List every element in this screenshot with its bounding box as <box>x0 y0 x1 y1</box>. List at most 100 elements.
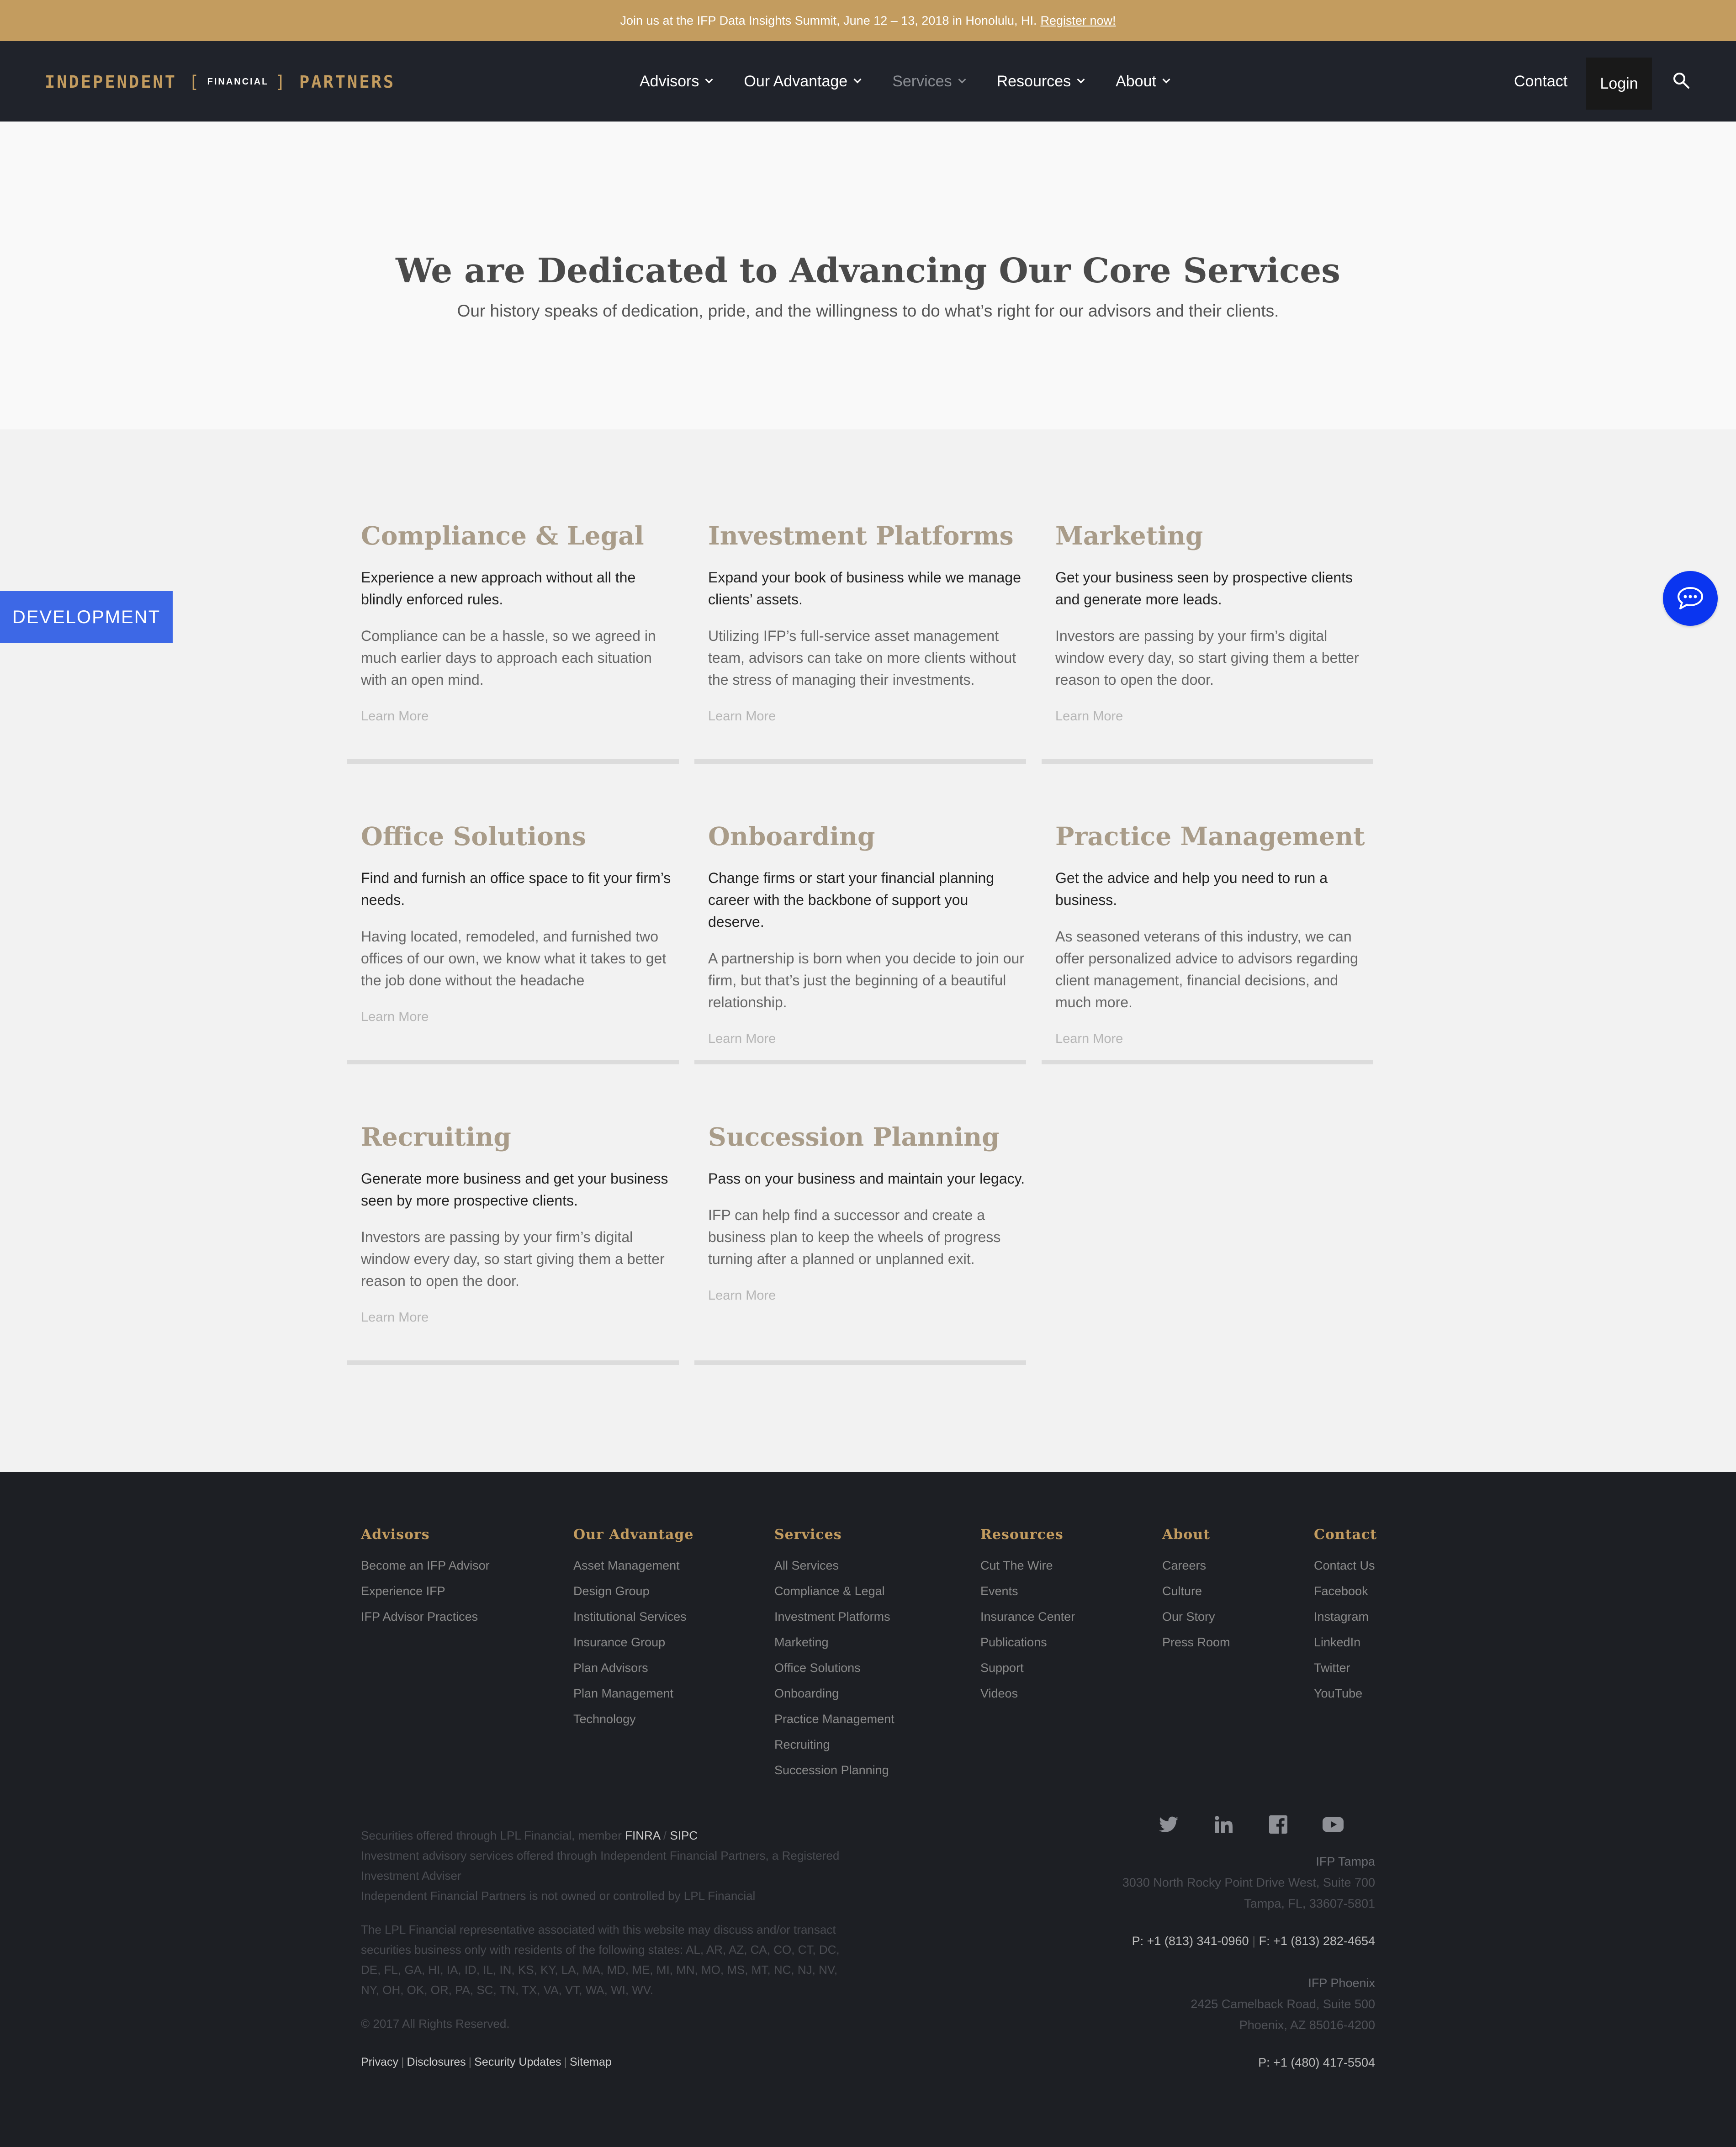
page-subtitle: Our history speaks of dedication, pride,… <box>457 301 1279 320</box>
announcement-bar: Join us at the IFP Data Insights Summit,… <box>0 0 1736 41</box>
nav-services[interactable]: Services <box>892 73 966 90</box>
linkedin-icon[interactable] <box>1211 1812 1236 1837</box>
office-phone[interactable]: P: +1 (813) 341-0960 <box>1132 1934 1249 1948</box>
service-card-investment-platforms: Investment Platforms Expand your book of… <box>694 429 1026 766</box>
footer-link[interactable]: Instagram <box>1314 1604 1377 1629</box>
twitter-icon[interactable] <box>1156 1812 1181 1837</box>
footer-link[interactable]: Investment Platforms <box>774 1604 894 1629</box>
service-title[interactable]: Marketing <box>1055 521 1375 551</box>
service-title[interactable]: Succession Planning <box>708 1122 1028 1152</box>
footer-link[interactable]: Careers <box>1162 1553 1230 1578</box>
footer-link[interactable]: Asset Management <box>573 1553 694 1578</box>
sipc-link[interactable]: SIPC <box>670 1829 698 1842</box>
development-tab[interactable]: DEVELOPMENT <box>0 591 173 643</box>
nav-about[interactable]: About <box>1116 73 1170 90</box>
service-title[interactable]: Investment Platforms <box>708 521 1028 551</box>
service-title[interactable]: Practice Management <box>1055 821 1375 851</box>
legal-block: Securities offered through LPL Financial… <box>361 1829 840 1903</box>
footer-link[interactable]: Culture <box>1162 1578 1230 1604</box>
service-title[interactable]: Recruiting <box>361 1122 681 1152</box>
footer-link[interactable]: Become an IFP Advisor <box>361 1553 490 1578</box>
footer-col-about: About Careers Culture Our Story Press Ro… <box>1162 1527 1230 1655</box>
office-address-line1: 3030 North Rocky Point Drive West, Suite… <box>1122 1876 1375 1889</box>
service-title[interactable]: Onboarding <box>708 821 1028 851</box>
register-link[interactable]: Register now! <box>1040 14 1116 28</box>
footer-link[interactable]: Succession Planning <box>774 1757 894 1783</box>
login-button[interactable]: Login <box>1586 58 1652 110</box>
learn-more-link[interactable]: Learn More <box>361 709 681 724</box>
service-description: Compliance can be a hassle, so we agreed… <box>361 628 656 688</box>
office-phone-fax: P: +1 (813) 341-0960 | F: +1 (813) 282-4… <box>1132 1934 1375 1948</box>
footer-link[interactable]: Recruiting <box>774 1732 894 1757</box>
nav-advisors[interactable]: Advisors <box>640 73 713 90</box>
footer-heading[interactable]: Services <box>774 1527 894 1543</box>
footer-link[interactable]: Twitter <box>1314 1655 1377 1681</box>
learn-more-link[interactable]: Learn More <box>1055 709 1375 724</box>
service-title[interactable]: Compliance & Legal <box>361 521 681 551</box>
logo[interactable]: INDEPENDENT [ FINANCIAL ] PARTNERS <box>45 72 395 92</box>
footer-link[interactable]: Plan Advisors <box>573 1655 694 1681</box>
footer-heading[interactable]: Advisors <box>361 1527 490 1543</box>
office-tampa: IFP Tampa 3030 North Rocky Point Drive W… <box>964 1851 1375 1951</box>
chat-button[interactable] <box>1663 571 1718 626</box>
footer-link[interactable]: Practice Management <box>774 1706 894 1732</box>
footer-link[interactable]: LinkedIn <box>1314 1629 1377 1655</box>
service-card-compliance: Compliance & Legal Experience a new appr… <box>347 429 679 766</box>
logo-word-independent: INDEPENDENT <box>45 72 177 92</box>
learn-more-link[interactable]: Learn More <box>361 1010 681 1025</box>
footer-link[interactable]: Publications <box>980 1629 1075 1655</box>
facebook-icon[interactable] <box>1265 1812 1291 1837</box>
footer-link[interactable]: Office Solutions <box>774 1655 894 1681</box>
learn-more-link[interactable]: Learn More <box>708 709 1028 724</box>
footer-link[interactable]: YouTube <box>1314 1681 1377 1706</box>
footer-link[interactable]: Marketing <box>774 1629 894 1655</box>
search-icon[interactable] <box>1672 71 1690 90</box>
footer-link[interactable]: Events <box>980 1578 1075 1604</box>
office-phone[interactable]: P: +1 (480) 417-5504 <box>964 2052 1375 2073</box>
disclosures-link[interactable]: Disclosures <box>407 2056 466 2068</box>
footer-link[interactable]: All Services <box>774 1553 894 1578</box>
footer-link[interactable]: Institutional Services <box>573 1604 694 1629</box>
header-contact-link[interactable]: Contact <box>1514 41 1567 122</box>
footer-link[interactable]: Support <box>980 1655 1075 1681</box>
nav-resources[interactable]: Resources <box>997 73 1085 90</box>
footer-heading[interactable]: Contact <box>1314 1527 1377 1543</box>
service-title[interactable]: Office Solutions <box>361 821 681 851</box>
footer-link[interactable]: Onboarding <box>774 1681 894 1706</box>
footer-link[interactable]: Compliance & Legal <box>774 1578 894 1604</box>
footer-link[interactable]: Facebook <box>1314 1578 1377 1604</box>
footer-link[interactable]: Plan Management <box>573 1681 694 1706</box>
sitemap-link[interactable]: Sitemap <box>570 2056 612 2068</box>
logo-word-partners: PARTNERS <box>299 72 396 92</box>
footer-link[interactable]: Experience IFP <box>361 1578 490 1604</box>
site-footer: Advisors Become an IFP Advisor Experienc… <box>0 1472 1736 2147</box>
footer-link[interactable]: IFP Advisor Practices <box>361 1604 490 1629</box>
footer-link[interactable]: Contact Us <box>1314 1553 1377 1578</box>
footer-link[interactable]: Design Group <box>573 1578 694 1604</box>
footer-link[interactable]: Insurance Center <box>980 1604 1075 1629</box>
learn-more-link[interactable]: Learn More <box>708 1288 1028 1303</box>
security-updates-link[interactable]: Security Updates <box>474 2056 561 2068</box>
nav-our-advantage[interactable]: Our Advantage <box>744 73 862 90</box>
footer-link[interactable]: Press Room <box>1162 1629 1230 1655</box>
footer-link[interactable]: Videos <box>980 1681 1075 1706</box>
service-lead: Pass on your business and maintain your … <box>708 1170 1025 1187</box>
logo-word-financial: FINANCIAL <box>207 76 269 87</box>
learn-more-link[interactable]: Learn More <box>361 1310 681 1325</box>
footer-link[interactable]: Our Story <box>1162 1604 1230 1629</box>
finra-link[interactable]: FINRA <box>625 1829 660 1842</box>
card-divider <box>1042 1060 1373 1064</box>
footer-heading[interactable]: Our Advantage <box>573 1527 694 1543</box>
footer-link[interactable]: Insurance Group <box>573 1629 694 1655</box>
footer-link[interactable]: Technology <box>573 1706 694 1732</box>
footer-heading[interactable]: Resources <box>980 1527 1075 1543</box>
footer-link[interactable]: Cut The Wire <box>980 1553 1075 1578</box>
legal-disclosures: Securities offered through LPL Financial… <box>361 1825 859 2072</box>
services-grid: Compliance & Legal Experience a new appr… <box>0 429 1736 1472</box>
service-description: Investors are passing by your firm’s dig… <box>361 1229 665 1289</box>
service-lead: Get your business seen by prospective cl… <box>1055 569 1353 608</box>
privacy-link[interactable]: Privacy <box>361 2056 398 2068</box>
footer-heading[interactable]: About <box>1162 1527 1230 1543</box>
youtube-icon[interactable] <box>1320 1812 1346 1837</box>
learn-more-link[interactable]: Learn More <box>1055 1031 1375 1047</box>
